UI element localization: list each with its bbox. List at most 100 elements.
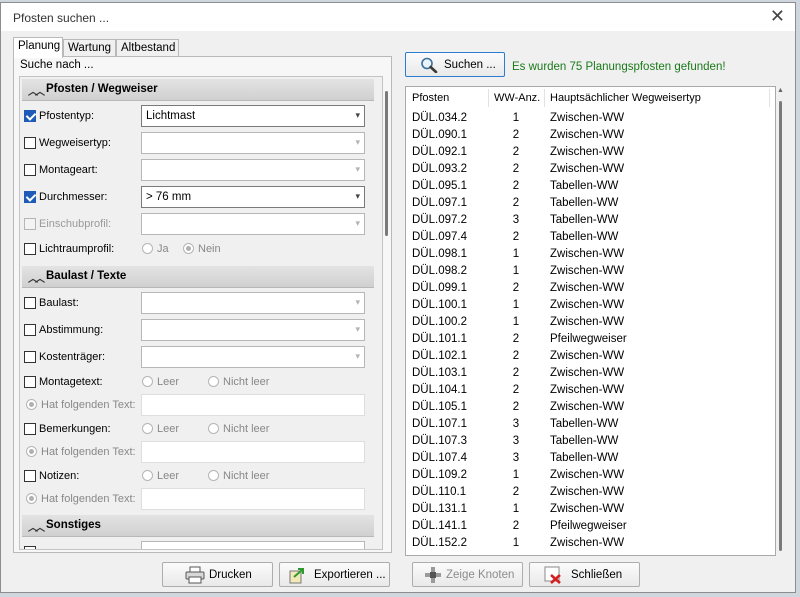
pfostentyp-checkbox[interactable]: [24, 110, 36, 122]
partial-checkbox[interactable]: [24, 546, 36, 549]
table-row[interactable]: DÜL.105.1 2 Zwischen-WW: [406, 399, 771, 416]
section-baulast[interactable]: ︿︿ Baulast / Texte: [22, 266, 374, 288]
baulast-select[interactable]: ▾: [141, 292, 365, 314]
tab-wartung[interactable]: Wartung: [63, 39, 116, 57]
cell-ww-anz: 3: [512, 435, 520, 447]
montageart-label: Montageart:: [39, 164, 98, 176]
montageart-select[interactable]: ▾: [141, 159, 365, 181]
montagetext-checkbox[interactable]: [24, 376, 36, 388]
kostentraeger-checkbox[interactable]: [24, 351, 36, 363]
table-row[interactable]: DÜL.102.1 2 Zwischen-WW: [406, 348, 771, 365]
bemerkungen-leer-radio[interactable]: [142, 423, 153, 434]
notizen-input[interactable]: [141, 488, 365, 510]
table-row[interactable]: DÜL.097.1 2 Tabellen-WW: [406, 195, 771, 212]
show-nodes-button[interactable]: Zeige Knoten: [412, 562, 523, 587]
table-row[interactable]: DÜL.131.1 1 Zwischen-WW: [406, 501, 771, 518]
table-row[interactable]: DÜL.100.1 1 Zwischen-WW: [406, 297, 771, 314]
table-row[interactable]: DÜL.107.4 3 Tabellen-WW: [406, 450, 771, 467]
cell-wegweisertyp: Zwischen-WW: [550, 163, 625, 175]
chevron-up-icon: ︿︿: [28, 523, 45, 534]
scrollbar-thumb[interactable]: [385, 91, 388, 236]
wegweisertyp-checkbox[interactable]: [24, 137, 36, 149]
partial-select[interactable]: [141, 541, 365, 549]
table-row[interactable]: DÜL.100.2 1 Zwischen-WW: [406, 314, 771, 331]
table-row[interactable]: DÜL.141.1 2 Pfeilwegweiser: [406, 518, 771, 535]
pfostentyp-label: Pfostentyp:: [39, 110, 95, 122]
column-wegweisertyp[interactable]: Hauptsächlicher Wegweisertyp: [550, 92, 701, 104]
row-wegweisertyp: Wegweisertyp: ▾: [24, 132, 378, 154]
section-pfosten[interactable]: ︿︿ Pfosten / Wegweiser: [22, 79, 374, 101]
baulast-checkbox[interactable]: [24, 297, 36, 309]
table-row[interactable]: DÜL.097.4 2 Tabellen-WW: [406, 229, 771, 246]
bemerkungen-checkbox[interactable]: [24, 423, 36, 435]
wegweisertyp-select[interactable]: ▾: [141, 132, 365, 154]
print-button[interactable]: Drucken: [162, 562, 273, 587]
notizen-nicht-leer-radio[interactable]: [208, 470, 219, 481]
table-row[interactable]: DÜL.107.1 3 Tabellen-WW: [406, 416, 771, 433]
table-row[interactable]: DÜL.103.1 2 Zwischen-WW: [406, 365, 771, 382]
montageart-checkbox[interactable]: [24, 164, 36, 176]
kostentraeger-select[interactable]: ▾: [141, 346, 365, 368]
bemerkungen-input[interactable]: [141, 441, 365, 463]
table-row[interactable]: DÜL.109.2 1 Zwischen-WW: [406, 467, 771, 484]
table-row[interactable]: DÜL.098.2 1 Zwischen-WW: [406, 263, 771, 280]
table-row[interactable]: DÜL.092.1 2 Zwischen-WW: [406, 144, 771, 161]
einschubprofil-checkbox[interactable]: [24, 218, 36, 230]
table-row[interactable]: DÜL.152.2 1 Zwischen-WW: [406, 535, 771, 552]
cell-ww-anz: 2: [512, 197, 520, 209]
table-row[interactable]: DÜL.093.2 2 Zwischen-WW: [406, 161, 771, 178]
lichtraumprofil-checkbox[interactable]: [24, 243, 36, 255]
column-separator[interactable]: [769, 89, 770, 107]
montagetext-input[interactable]: [141, 394, 365, 416]
table-row[interactable]: DÜL.101.1 2 Pfeilwegweiser: [406, 331, 771, 348]
montagetext-leer-radio[interactable]: [142, 376, 153, 387]
abstimmung-checkbox[interactable]: [24, 324, 36, 336]
tab-altbestand[interactable]: Altbestand: [116, 39, 179, 57]
durchmesser-select[interactable]: > 76 mm ▾: [141, 186, 365, 208]
table-row[interactable]: DÜL.110.1 2 Zwischen-WW: [406, 484, 771, 501]
cell-wegweisertyp: Zwischen-WW: [550, 265, 625, 277]
table-row[interactable]: DÜL.098.1 1 Zwischen-WW: [406, 246, 771, 263]
cell-pfosten: DÜL.105.1: [412, 401, 467, 413]
results-scrollbar[interactable]: ▲: [777, 87, 785, 555]
table-row[interactable]: DÜL.107.3 3 Tabellen-WW: [406, 433, 771, 450]
row-pfostentyp: Pfostentyp: Lichtmast ▾: [24, 105, 378, 127]
table-row[interactable]: DÜL.095.1 2 Tabellen-WW: [406, 178, 771, 195]
notizen-text-radio[interactable]: [26, 493, 37, 504]
close-icon[interactable]: ✕: [770, 6, 785, 26]
table-row[interactable]: DÜL.099.1 2 Zwischen-WW: [406, 280, 771, 297]
abstimmung-select[interactable]: ▾: [141, 319, 365, 341]
table-row[interactable]: DÜL.104.1 2 Zwischen-WW: [406, 382, 771, 399]
criteria-scrollbar[interactable]: [384, 77, 390, 549]
table-row[interactable]: DÜL.090.1 2 Zwischen-WW: [406, 127, 771, 144]
search-button[interactable]: Suchen ...: [405, 52, 505, 77]
search-dialog: Pfosten suchen ... ✕ Planung Wartung Alt…: [0, 2, 796, 593]
bemerkungen-nicht-leer-radio[interactable]: [208, 423, 219, 434]
bemerkungen-text-radio[interactable]: [26, 446, 37, 457]
notizen-leer-radio[interactable]: [142, 470, 153, 481]
cell-ww-anz: 2: [512, 486, 520, 498]
montagetext-nicht-leer-radio[interactable]: [208, 376, 219, 387]
montagetext-label: Montagetext:: [39, 376, 103, 388]
close-button[interactable]: Schließen: [529, 562, 640, 587]
scrollbar-thumb[interactable]: [779, 101, 782, 551]
export-button[interactable]: Exportieren ...: [279, 562, 390, 587]
durchmesser-checkbox[interactable]: [24, 191, 36, 203]
notizen-checkbox[interactable]: [24, 470, 36, 482]
column-separator[interactable]: [544, 89, 545, 107]
table-row[interactable]: DÜL.034.2 1 Zwischen-WW: [406, 110, 771, 127]
montagetext-text-radio[interactable]: [26, 399, 37, 410]
tab-planung[interactable]: Planung: [13, 37, 63, 58]
column-ww-anz[interactable]: WW-Anz.: [494, 92, 540, 104]
section-sonstiges[interactable]: ︿︿ Sonstiges: [22, 515, 374, 537]
table-row[interactable]: DÜL.097.2 3 Tabellen-WW: [406, 212, 771, 229]
scroll-up-icon[interactable]: ▲: [777, 87, 784, 94]
lichtraum-ja-radio[interactable]: [142, 243, 153, 254]
column-separator[interactable]: [488, 89, 489, 107]
cell-pfosten: DÜL.101.1: [412, 333, 467, 345]
column-pfosten[interactable]: Pfosten: [412, 92, 449, 104]
lichtraum-nein-radio[interactable]: [183, 243, 194, 254]
cell-ww-anz: 1: [512, 265, 520, 277]
pfostentyp-select[interactable]: Lichtmast ▾: [141, 105, 365, 127]
einschubprofil-select[interactable]: ▾: [141, 213, 365, 235]
